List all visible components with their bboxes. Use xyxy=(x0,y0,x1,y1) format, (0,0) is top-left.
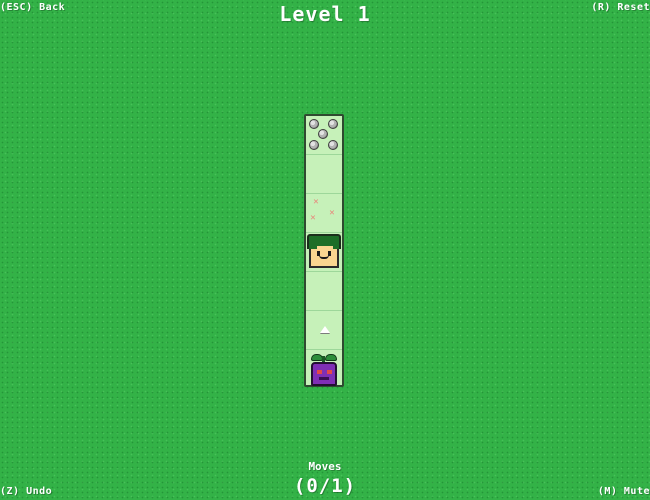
seed-icon xyxy=(320,326,330,333)
plant-body xyxy=(311,362,337,386)
reset-button[interactable]: (R) Reset xyxy=(591,2,650,13)
rock-icon xyxy=(328,119,338,129)
rock-icon xyxy=(309,140,319,150)
plant-monster-icon xyxy=(308,352,340,388)
moves-counter: (0/1) xyxy=(293,475,357,497)
board-tile[interactable] xyxy=(306,155,342,194)
player-hair xyxy=(307,234,341,251)
monster-mouth xyxy=(319,377,329,380)
level-title: Level 1 xyxy=(279,2,371,26)
rock-icon xyxy=(328,140,338,150)
mute-button[interactable]: (M) Mute xyxy=(598,486,650,497)
flower-icon: ✕ xyxy=(329,208,335,218)
flower-icon: ✕ xyxy=(310,213,316,223)
board-tile[interactable] xyxy=(306,311,342,350)
board-tile[interactable]: ✕ ✕ ✕ xyxy=(306,194,342,233)
board-tile[interactable] xyxy=(306,233,342,272)
board-tile[interactable] xyxy=(306,272,342,311)
rock-icon xyxy=(318,129,328,139)
flower-icon: ✕ xyxy=(313,197,319,207)
undo-button[interactable]: (Z) Undo xyxy=(0,486,52,497)
player-face-icon[interactable] xyxy=(307,234,341,271)
game-board: ✕ ✕ ✕ xyxy=(304,114,344,387)
player-eye xyxy=(317,251,320,256)
board-tile[interactable] xyxy=(306,116,342,155)
rock-icon xyxy=(309,119,319,129)
leaf-icon xyxy=(325,354,337,361)
moves-label: Moves xyxy=(308,460,342,473)
monster-eye xyxy=(317,370,322,374)
monster-eye xyxy=(327,370,332,374)
player-eye xyxy=(328,251,331,256)
board-tile[interactable] xyxy=(306,350,342,388)
